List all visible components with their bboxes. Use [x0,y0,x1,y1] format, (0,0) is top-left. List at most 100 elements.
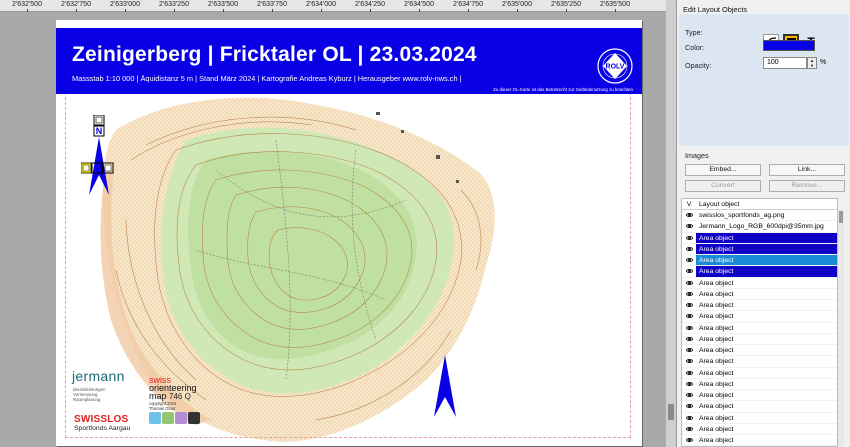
visibility-eye-icon[interactable] [682,424,696,434]
list-item-label: Area object [696,255,837,266]
properties-section: Type: T Color: Opacity: 100 ▲▼ % [679,14,849,146]
nc-icon [175,412,187,424]
color-swatch[interactable] [763,40,815,51]
list-item-label: Area object [696,232,837,243]
remove-button[interactable]: Remove... [769,180,845,192]
list-item-label: Area object [699,414,734,422]
north-arrow-icon[interactable]: N [432,353,458,419]
embed-button[interactable]: Embed... [685,164,761,176]
visibility-eye-icon[interactable] [682,233,696,243]
list-item-label: Area object [696,243,837,254]
visibility-eye-icon[interactable] [682,345,696,355]
visibility-eye-icon[interactable] [682,300,696,310]
opacity-spinner[interactable]: ▲ ▼ [807,57,817,69]
type-label: Type: [685,28,703,37]
swisslos-logo: SWISSLOS [74,414,129,425]
list-item[interactable]: Area object [682,323,837,334]
svg-text:ROLV: ROLV [606,64,625,71]
list-item[interactable]: Area object [682,356,837,368]
convert-button[interactable]: Convert [685,180,761,192]
list-header: V Layout object [682,199,837,210]
canvas-vertical-scrollbar[interactable] [666,0,676,447]
list-item[interactable]: Area object [682,300,837,312]
visibility-eye-icon[interactable] [682,311,696,321]
list-item-label: Jermann_Logo_RGB_600dpi@35mm.jpg [699,223,824,231]
visibility-eye-icon[interactable] [682,390,696,400]
visibility-eye-icon[interactable] [682,289,696,299]
visibility-eye-icon[interactable] [682,244,696,254]
list-item-label: Area object [699,347,734,354]
list-item[interactable]: Area object [682,266,837,278]
ruler-tick-label: 2'632'500 [12,1,42,12]
list-item-label: Area object [699,302,734,309]
visibility-eye-icon[interactable] [682,334,696,344]
swiss-orienteering-logo: swiss orienteering map 746 Q copyright 2… [149,375,197,412]
layout-object-column-header[interactable]: Layout object [696,199,739,209]
list-item-label: Area object [699,279,734,287]
cc-icon [149,412,161,424]
list-item[interactable]: Area object [682,413,837,424]
visibility-eye-icon[interactable] [682,210,696,220]
list-item[interactable]: swisslos_sportfonds_ag.png [682,210,837,222]
visibility-eye-icon[interactable] [682,278,696,288]
by-icon [162,412,174,424]
images-section-label: Images [685,151,709,160]
list-item[interactable]: Area object [682,435,837,446]
list-item[interactable]: Area object [682,334,837,345]
print-sheet[interactable]: Zeinigerberg | Fricktaler OL | 23.03.202… [56,20,642,446]
list-item-label: Area object [699,324,734,332]
list-item[interactable]: Area object [682,368,837,379]
ruler-tick-label: 2'633'500 [208,1,238,12]
visibility-eye-icon[interactable] [682,221,696,231]
list-item[interactable]: Jermann_Logo_RGB_600dpi@35mm.jpg [682,221,837,233]
visibility-eye-icon[interactable] [682,255,696,265]
ruler-tick-label: 2'634'000 [306,1,336,12]
panel-title: Edit Layout Objects [683,5,748,14]
visibility-eye-icon[interactable] [682,435,696,445]
list-scrollbar-thumb[interactable] [839,211,843,223]
list-item-label: Area object [699,313,734,321]
list-item[interactable]: Area object [682,345,837,357]
visibility-eye-icon[interactable] [682,401,696,411]
list-scrollbar[interactable] [838,210,844,447]
visibility-eye-icon[interactable] [682,323,696,333]
north-arrow-icon[interactable]: N [81,115,117,201]
scrollbar-thumb[interactable] [668,404,674,420]
edit-layout-objects-panel: Edit Layout Objects Type: T Color: Opaci… [676,0,850,447]
list-item[interactable]: Area object [682,255,837,267]
color-label: Color: [685,43,705,52]
link-button[interactable]: Link... [769,164,845,176]
list-item[interactable]: Area object [682,243,837,255]
ruler-tick-label: 2'635'500 [600,1,630,12]
list-item[interactable]: Area object [682,424,837,435]
opacity-input[interactable]: 100 [763,57,807,69]
ruler-tick-label: 2'633'750 [257,1,287,12]
list-item[interactable]: Area object [682,379,837,390]
list-item-label: Area object [699,358,734,366]
visibility-eye-icon[interactable] [682,266,696,276]
ruler-tick-label: 2'634'250 [355,1,385,12]
svg-text:N: N [96,126,103,136]
visibility-eye-icon[interactable] [682,379,696,389]
list-item-label: Area object [699,290,734,298]
opacity-label: Opacity: [685,61,712,70]
list-item-label: Area object [699,403,734,411]
visibility-eye-icon[interactable] [682,413,696,423]
list-item[interactable]: Area object [682,289,837,300]
list-item[interactable]: Area object [682,390,837,402]
layout-object-list[interactable]: V Layout object swisslos_sportfonds_ag.p… [681,198,838,447]
list-item[interactable]: Area object [682,401,837,413]
visibility-column-header[interactable]: V [682,199,696,209]
visibility-eye-icon[interactable] [682,368,696,378]
list-item[interactable]: Area object [682,278,837,289]
map-canvas[interactable]: Zeinigerberg | Fricktaler OL | 23.03.202… [0,12,666,447]
map-header-banner[interactable]: Zeinigerberg | Fricktaler OL | 23.03.202… [56,28,642,94]
ruler-tick-label: 2'633'250 [159,1,189,12]
list-item-label: swisslos_sportfonds_ag.png [699,212,785,219]
ruler-tick-label: 2'633'000 [110,1,140,12]
ruler-tick-label: 2'634'500 [404,1,434,12]
list-item[interactable]: Area object [682,311,837,323]
list-item[interactable]: Area object [682,232,837,244]
jermann-logo: jermann [72,368,125,384]
visibility-eye-icon[interactable] [682,356,696,366]
